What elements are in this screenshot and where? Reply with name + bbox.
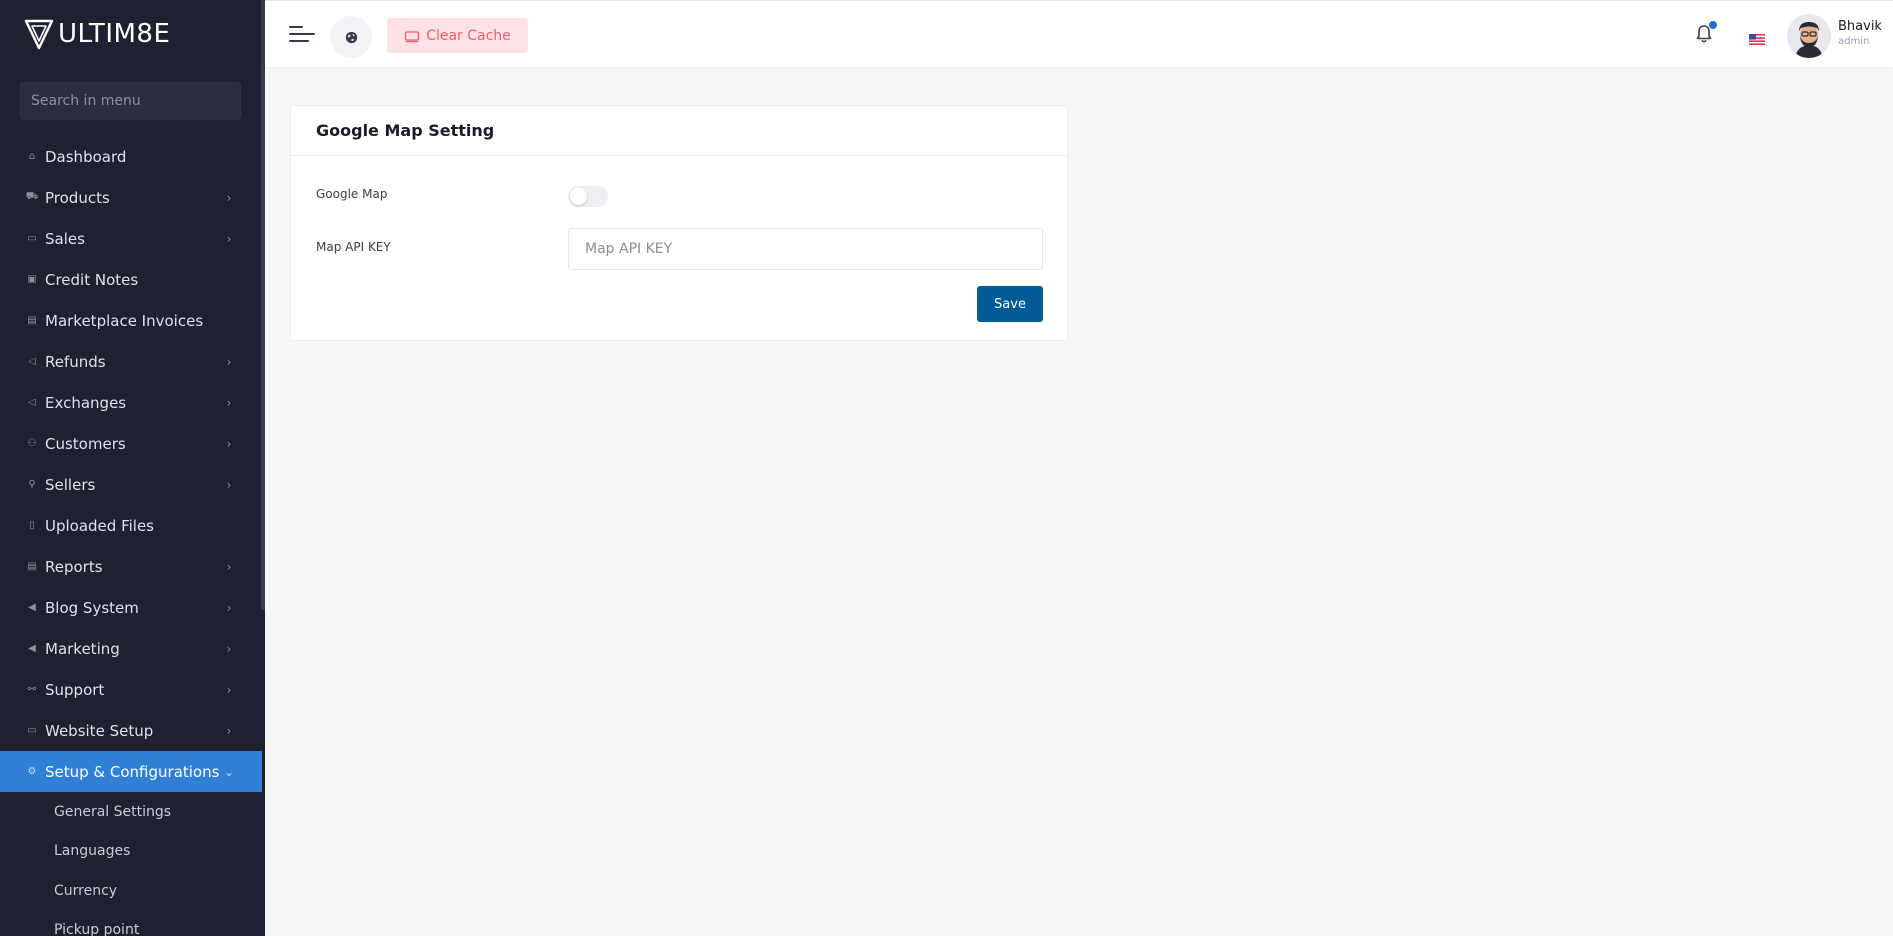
globe-icon[interactable] — [330, 16, 372, 58]
sidebar-item-label: Credit Notes — [45, 270, 139, 289]
user-icon: ⚲ — [28, 479, 36, 490]
desktop-icon: ▭ — [27, 725, 37, 736]
submenu-item[interactable]: General Settings — [0, 792, 262, 832]
bullhorn-icon: ◀ — [28, 602, 36, 613]
topbar: Clear Cache Bhavik admin — [265, 0, 1893, 67]
sidebar-item-label: Setup & Configurations — [45, 762, 220, 781]
submenu-item[interactable]: Pickup point — [0, 911, 262, 936]
map-api-key-input[interactable] — [568, 228, 1043, 270]
card-header: Google Map Setting — [291, 106, 1067, 156]
chevron-right-icon: › — [226, 436, 232, 451]
chevron-right-icon: › — [226, 354, 232, 369]
sidebar: ULTIM8E ⌂ Dashboard ⛟ Products › ▭ Sales › ▣ Cred… — [0, 0, 265, 936]
sidebar-item-label: Website Setup — [45, 721, 154, 740]
google-map-setting-card: Google Map Setting Google Map Map API KE… — [290, 105, 1068, 341]
home-icon: ⌂ — [28, 151, 36, 162]
google-map-toggle[interactable] — [568, 186, 608, 207]
toggle-knob — [570, 188, 587, 205]
bullhorn-icon: ◀ — [28, 643, 36, 654]
sidebar-item-label: Refunds — [45, 352, 106, 371]
sidebar-item-exchanges[interactable]: ◁ Exchanges › — [0, 382, 262, 423]
gear-icon: ⚙ — [27, 766, 37, 777]
notification-dot — [1709, 21, 1717, 29]
backward-icon: ◁ — [28, 356, 36, 367]
logo[interactable]: ULTIM8E — [24, 14, 170, 54]
sidebar-item-sales[interactable]: ▭ Sales › — [0, 218, 262, 259]
sidebar-item-label: Marketplace Invoices — [45, 311, 204, 330]
backward-icon: ◁ — [28, 397, 36, 408]
link-icon: ⚯ — [27, 684, 37, 695]
us-flag-icon[interactable] — [1749, 30, 1765, 45]
sidebar-item-dashboard[interactable]: ⌂ Dashboard — [0, 136, 262, 177]
sidebar-item-reports[interactable]: ▤ Reports › — [0, 546, 262, 587]
sidebar-item-label: Products — [45, 188, 110, 207]
sidebar-item-credit-notes[interactable]: ▣ Credit Notes — [0, 259, 262, 300]
sidebar-item-label: Dashboard — [45, 147, 127, 166]
sidebar-item-label: Customers — [45, 434, 126, 453]
chevron-right-icon: › — [226, 395, 232, 410]
sidebar-item-products[interactable]: ⛟ Products › — [0, 177, 262, 218]
sidebar-item-label: Marketing — [45, 639, 120, 658]
folder-icon: ▯ — [29, 520, 35, 531]
notification-bell-icon[interactable] — [1693, 21, 1717, 47]
google-map-label: Google Map — [316, 187, 388, 201]
submenu-setup-configurations: General Settings Languages Currency Pickup … — [0, 792, 262, 936]
submenu-item[interactable]: Languages — [0, 832, 262, 872]
avatar[interactable] — [1787, 14, 1831, 58]
chevron-right-icon: › — [226, 600, 232, 615]
cart-icon: ⛟ — [25, 191, 39, 202]
chevron-right-icon: › — [226, 682, 232, 697]
sidebar-item-label: Sellers — [45, 475, 96, 494]
chevron-right-icon: › — [226, 231, 232, 246]
save-button[interactable]: Save — [977, 286, 1043, 322]
sidebar-item-website-setup[interactable]: ▭ Website Setup › — [0, 710, 262, 751]
api-key-label: Map API KEY — [316, 240, 391, 254]
sidebar-item-blog-system[interactable]: ◀ Blog System › — [0, 587, 262, 628]
sidebar-item-label: Support — [45, 680, 105, 699]
sidebar-item-uploaded-files[interactable]: ▯ Uploaded Files — [0, 505, 262, 546]
submenu-item[interactable]: Currency — [0, 871, 262, 911]
eraser-icon — [405, 30, 420, 42]
sidebar-item-refunds[interactable]: ◁ Refunds › — [0, 341, 262, 382]
sidebar-item-sellers[interactable]: ⚲ Sellers › — [0, 464, 262, 505]
chevron-right-icon: › — [226, 641, 232, 656]
chevron-right-icon: › — [226, 190, 232, 205]
clear-cache-label: Clear Cache — [426, 27, 511, 44]
sidebar-item-label: Exchanges — [45, 393, 127, 412]
chevron-right-icon: › — [226, 723, 232, 738]
menu-toggle-icon[interactable] — [289, 23, 315, 45]
invoice-icon: ▤ — [27, 315, 37, 326]
sidebar-item-support[interactable]: ⚯ Support › — [0, 669, 262, 710]
report-icon: ▤ — [27, 561, 37, 572]
sidebar-menu: ⌂ Dashboard ⛟ Products › ▭ Sales › ▣ Credit Notes… — [0, 136, 262, 936]
user-role: admin — [1838, 36, 1870, 47]
menu-search-input[interactable] — [20, 82, 241, 120]
sidebar-item-label: Reports — [45, 557, 103, 576]
chevron-down-icon: ⌄ — [224, 764, 235, 779]
user-name[interactable]: Bhavik — [1838, 19, 1882, 34]
sidebar-item-setup-configurations[interactable]: ⚙ Setup & Configurations ⌄ — [0, 751, 262, 792]
logo-mark-icon — [24, 19, 54, 50]
sidebar-item-label: Uploaded Files — [45, 516, 154, 535]
sidebar-item-customers[interactable]: ⚇ Customers › — [0, 423, 262, 464]
sidebar-item-marketing[interactable]: ◀ Marketing › — [0, 628, 262, 669]
logo-text: ULTIM8E — [58, 19, 171, 49]
sidebar-item-marketplace-invoices[interactable]: ▤ Marketplace Invoices — [0, 300, 262, 341]
card-title: Google Map Setting — [316, 121, 495, 140]
sidebar-item-label: Sales — [45, 229, 85, 248]
credit-note-icon: ▣ — [27, 274, 37, 285]
users-icon: ⚇ — [27, 438, 37, 449]
chevron-right-icon: › — [226, 559, 232, 574]
chevron-right-icon: › — [226, 477, 232, 492]
money-icon: ▭ — [27, 233, 37, 244]
sidebar-item-label: Blog System — [45, 598, 139, 617]
clear-cache-button[interactable]: Clear Cache — [387, 18, 528, 53]
